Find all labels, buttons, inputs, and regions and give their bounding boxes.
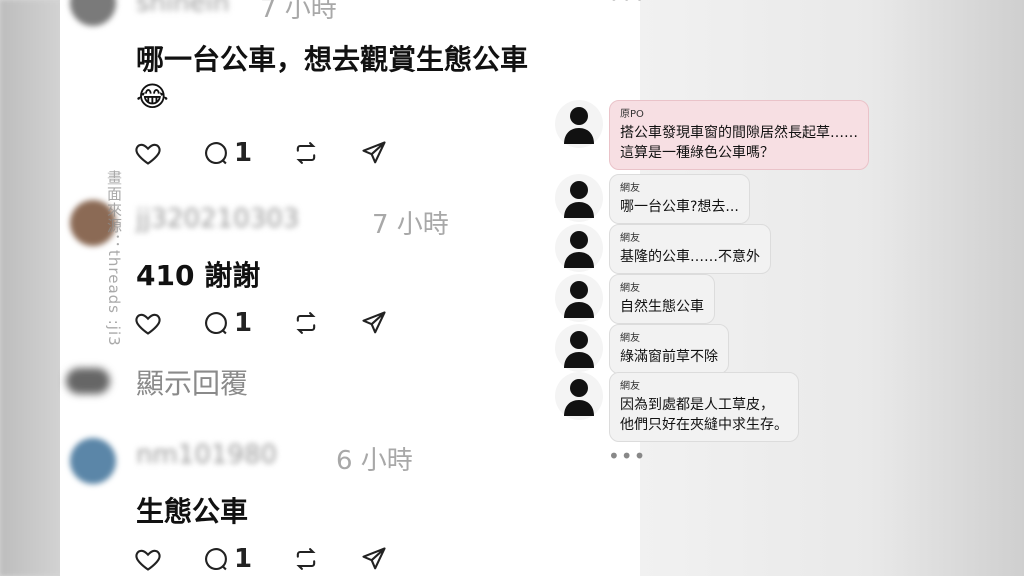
chat-message: 他們只好在夾縫中求生存。: [620, 417, 788, 433]
post-time: 7 小時: [260, 0, 337, 24]
like-button[interactable]: [134, 545, 162, 573]
chat-message: 基隆的公車……不意外: [620, 249, 760, 265]
repost-icon: [296, 548, 316, 570]
chat-message: 這算是一種綠色公車嗎？: [620, 145, 774, 161]
heart-icon: [135, 143, 161, 165]
chat-bubble: 原PO 搭公車發現車窗的間隙居然長起草…… 這算是一種綠色公車嗎？: [609, 100, 869, 170]
chat-author: 網友: [620, 183, 640, 194]
post-text: 410 謝謝: [136, 259, 261, 292]
chat-row: 網友 哪一台公車?想去...: [555, 174, 750, 224]
person-avatar: [555, 174, 603, 222]
chat-row: 網友 綠滿窗前草不除: [555, 324, 729, 374]
reply-count: 1: [234, 308, 253, 338]
share-button[interactable]: [360, 309, 388, 337]
username[interactable]: shinein: [136, 0, 229, 18]
chat-author: 網友: [620, 283, 640, 294]
avatar[interactable]: [70, 438, 116, 484]
person-silhouette-icon: [564, 231, 594, 268]
chat-bubble: 網友 自然生態公車: [609, 274, 715, 324]
post-emoji: 😂: [136, 80, 169, 113]
chat-bubble: 網友 綠滿窗前草不除: [609, 324, 729, 374]
post-time: 7 小時: [372, 210, 449, 240]
chat-row: 網友 基隆的公車……不意外: [555, 224, 771, 274]
action-bar: 1: [134, 542, 428, 576]
reply-avatars: [66, 368, 110, 394]
comment-icon: [205, 142, 227, 165]
post-text: 哪一台公車，想去觀賞生態公車: [136, 43, 529, 76]
person-silhouette-icon: [564, 379, 594, 416]
username[interactable]: nm101980: [136, 440, 277, 470]
chat-row: 網友 自然生態公車: [555, 274, 715, 324]
chat-message: 搭公車發現車窗的間隙居然長起草……: [620, 125, 858, 141]
chat-message: 自然生態公車: [620, 299, 704, 315]
person-avatar: [555, 100, 603, 148]
chat-author: 網友: [620, 233, 640, 244]
person-silhouette-icon: [564, 181, 594, 218]
person-silhouette-icon: [564, 281, 594, 318]
chat-message: 因為到處都是人工草皮，: [620, 397, 774, 413]
reply-count: 1: [234, 544, 253, 574]
action-bar: 1: [134, 136, 428, 170]
reply-count: 1: [234, 138, 253, 168]
share-icon: [362, 141, 386, 164]
share-button[interactable]: [360, 545, 388, 573]
chat-row-op: 原PO 搭公車發現車窗的間隙居然長起草…… 這算是一種綠色公車嗎？: [555, 100, 869, 170]
share-icon: [362, 311, 386, 334]
person-avatar: [555, 224, 603, 272]
comment-button[interactable]: 1: [202, 544, 252, 574]
username[interactable]: jj320210303: [136, 204, 299, 234]
post-time: 6 小時: [336, 446, 413, 476]
chat-summary-overlay: 原PO 搭公車發現車窗的間隙居然長起草…… 這算是一種綠色公車嗎？ 網友 哪一台…: [555, 100, 915, 442]
person-silhouette-icon: [564, 331, 594, 368]
more-options-icon[interactable]: •••: [608, 444, 646, 468]
comment-button[interactable]: 1: [202, 308, 252, 338]
more-options-icon[interactable]: •••: [608, 0, 646, 10]
chat-bubble: 網友 因為到處都是人工草皮， 他們只好在夾縫中求生存。: [609, 372, 799, 442]
person-silhouette-icon: [564, 107, 594, 144]
chat-author: 原PO: [620, 109, 644, 120]
threads-feed: shinein 7 小時 ••• 哪一台公車，想去觀賞生態公車 😂 1 jj32…: [60, 0, 645, 576]
heart-icon: [135, 313, 161, 335]
source-watermark: 畫面來源：threads :ji3: [105, 170, 123, 347]
action-bar: 1: [134, 306, 428, 340]
repost-button[interactable]: [292, 139, 320, 167]
chat-bubble: 網友 基隆的公車……不意外: [609, 224, 771, 274]
repost-icon: [296, 142, 316, 164]
share-button[interactable]: [360, 139, 388, 167]
person-avatar: [555, 274, 603, 322]
comment-icon: [205, 312, 227, 335]
avatar[interactable]: [70, 0, 116, 26]
repost-icon: [296, 312, 316, 334]
chat-author: 網友: [620, 333, 640, 344]
share-icon: [362, 547, 386, 570]
heart-icon: [135, 549, 161, 571]
show-replies-link[interactable]: 顯示回覆: [136, 362, 248, 402]
repost-button[interactable]: [292, 309, 320, 337]
chat-author: 網友: [620, 381, 640, 392]
like-button[interactable]: [134, 139, 162, 167]
chat-message: 綠滿窗前草不除: [620, 349, 718, 365]
like-button[interactable]: [134, 309, 162, 337]
chat-row: 網友 因為到處都是人工草皮， 他們只好在夾縫中求生存。: [555, 372, 799, 442]
chat-bubble: 網友 哪一台公車?想去...: [609, 174, 750, 224]
person-avatar: [555, 324, 603, 372]
chat-message: 哪一台公車?想去...: [620, 199, 739, 215]
comment-icon: [205, 548, 227, 571]
post-text: 生態公車: [136, 495, 249, 528]
repost-button[interactable]: [292, 545, 320, 573]
comment-button[interactable]: 1: [202, 138, 252, 168]
person-avatar: [555, 372, 603, 420]
